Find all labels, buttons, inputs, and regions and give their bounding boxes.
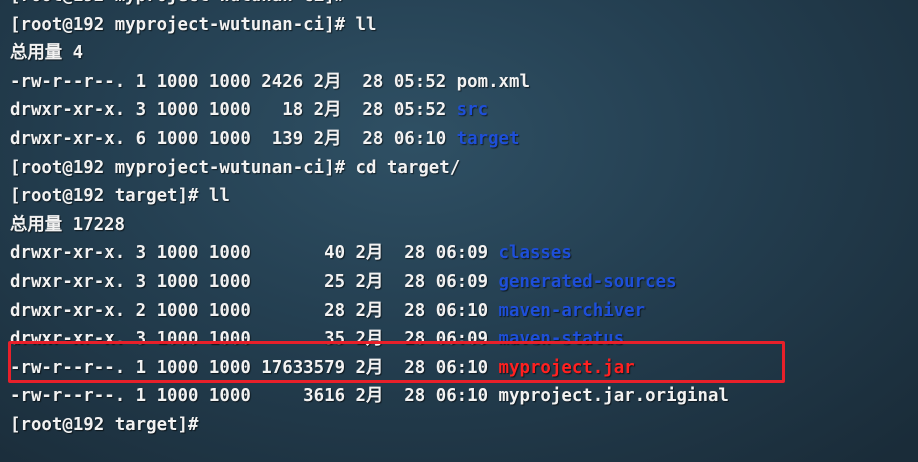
terminal-line: drwxr-xr-x. 2 1000 1000 28 2月 28 06:10 m… — [10, 297, 729, 326]
directory-name: target — [456, 128, 520, 149]
line-text: [root@192 target]# — [10, 414, 199, 435]
directory-name: src — [456, 100, 489, 121]
terminal-line: drwxr-xr-x. 6 1000 1000 139 2月 28 06:10 … — [10, 125, 729, 154]
line-text: drwxr-xr-x. 2 1000 1000 28 2月 28 06:10 — [10, 300, 499, 321]
line-text: -rw-r--r--. 1 1000 1000 3616 2月 28 06:10 — [10, 386, 499, 407]
line-text: [root@192 myproject-wutunan-ci]# ll — [10, 14, 377, 35]
terminal-line: drwxr-xr-x. 3 1000 1000 25 2月 28 06:09 g… — [10, 268, 729, 297]
line-text: drwxr-xr-x. 6 1000 1000 139 2月 28 06:10 — [10, 128, 457, 149]
line-text: drwxr-xr-x. 3 1000 1000 18 2月 28 05:52 — [10, 100, 457, 121]
terminal-line: -rw-r--r--. 1 1000 1000 3616 2月 28 06:10… — [10, 382, 729, 411]
directory-name: maven-archiver — [498, 300, 646, 321]
terminal-line: [root@192 target]# ll — [10, 182, 729, 211]
line-text: [root@192 target]# ll — [10, 186, 230, 207]
terminal-line: 总用量 17228 — [10, 211, 729, 240]
line-text: drwxr-xr-x. 3 1000 1000 40 2月 28 06:09 — [10, 243, 499, 264]
terminal-line: [root@192 target]# — [10, 411, 729, 440]
line-text: 总用量 4 — [10, 43, 84, 64]
file-name: pom.xml — [456, 71, 530, 92]
terminal-line: [root@192 myproject-wutunan-ci]# ll — [10, 11, 729, 40]
terminal-line: 总用量 4 — [10, 39, 729, 68]
terminal-line: [root@192 myproject-wutunan-ci]# — [10, 0, 729, 11]
terminal-line: drwxr-xr-x. 3 1000 1000 40 2月 28 06:09 c… — [10, 239, 729, 268]
file-name: myproject.jar.original — [498, 386, 729, 407]
line-text: 总用量 17228 — [10, 214, 125, 235]
line-text: -rw-r--r--. 1 1000 1000 2426 2月 28 05:52 — [10, 71, 457, 92]
highlight-box — [8, 341, 785, 383]
terminal-line: [root@192 myproject-wutunan-ci]# cd targ… — [10, 154, 729, 183]
directory-name: classes — [498, 243, 572, 264]
terminal-line: drwxr-xr-x. 3 1000 1000 18 2月 28 05:52 s… — [10, 96, 729, 125]
terminal-line: -rw-r--r--. 1 1000 1000 2426 2月 28 05:52… — [10, 68, 729, 97]
line-text: drwxr-xr-x. 3 1000 1000 25 2月 28 06:09 — [10, 271, 499, 292]
directory-name: generated-sources — [498, 271, 677, 292]
line-text: [root@192 myproject-wutunan-ci]# cd targ… — [10, 157, 461, 178]
line-text: [root@192 myproject-wutunan-ci]# — [10, 0, 356, 6]
